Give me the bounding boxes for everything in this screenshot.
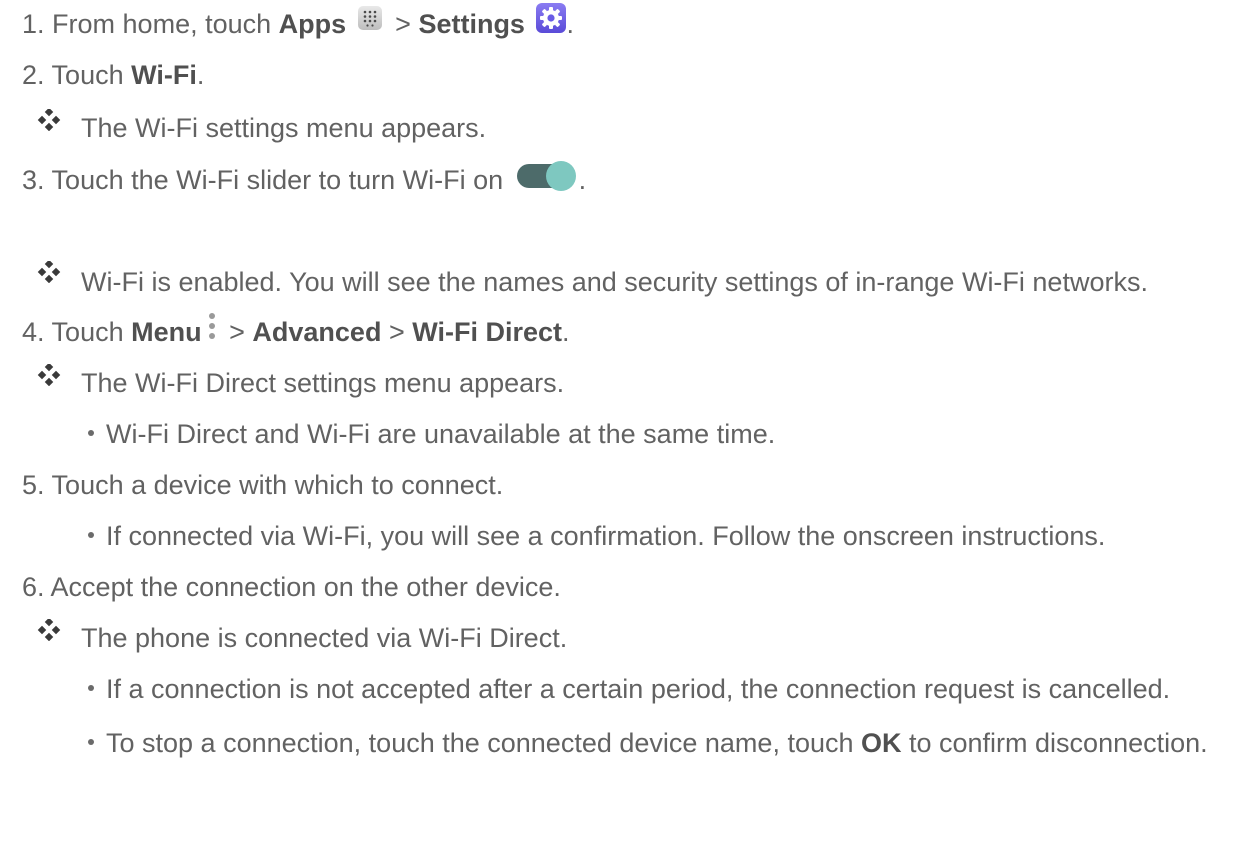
step-number: 4. — [22, 317, 45, 347]
result-2: Wi-Fi is enabled. You will see the names… — [81, 267, 1148, 297]
step-1: 1. From home, touch Apps > Settings . — [22, 3, 574, 41]
step-text: Touch — [51, 317, 132, 347]
step-number: 6. — [22, 572, 45, 602]
separator: > — [221, 317, 253, 347]
menu-label: Menu — [131, 317, 202, 347]
wifi-direct-label: Wi-Fi Direct — [412, 317, 562, 347]
dot-bullet-icon — [88, 738, 94, 745]
toggle-on-icon — [515, 159, 579, 193]
diamond-bullet-icon — [37, 109, 61, 131]
result-3: The Wi-Fi Direct settings menu appears. — [81, 368, 565, 398]
step-number: 2. — [22, 60, 45, 90]
bullet-text-end: to confirm disconnection. — [901, 728, 1208, 758]
step-number: 3. — [22, 165, 45, 196]
ok-label: OK — [861, 728, 902, 758]
diamond-bullet-icon — [37, 619, 61, 641]
step-text: Accept the connection on the other devic… — [50, 572, 561, 602]
diamond-bullet-icon — [37, 364, 61, 386]
step-end: . — [561, 317, 570, 347]
bullet-3: If a connection is not accepted after a … — [88, 676, 1170, 703]
settings-gear-icon — [536, 3, 567, 33]
bullet-text: To stop a connection, touch the connecte… — [106, 728, 861, 758]
step-5: 5. Touch a device with which to connect. — [22, 472, 503, 499]
bullet-text: If a connection is not accepted after a … — [106, 674, 1171, 704]
result-1: The Wi-Fi settings menu appears. — [81, 113, 487, 143]
bullet-4: To stop a connection, touch the connecte… — [88, 730, 1208, 757]
dot-bullet-icon — [88, 684, 94, 691]
advanced-label: Advanced — [252, 317, 382, 347]
bullet-text: Wi-Fi Direct and Wi-Fi are unavailable a… — [106, 419, 776, 449]
result-4: The phone is connected via Wi-Fi Direct. — [81, 623, 568, 653]
apps-label: Apps — [278, 9, 347, 40]
step-4: 4. Touch Menu > Advanced > Wi-Fi Direct. — [22, 312, 570, 348]
wifi-label: Wi-Fi — [131, 60, 197, 90]
step-text: Touch the Wi-Fi slider to turn Wi-Fi on — [51, 165, 511, 196]
step-number: 5. — [22, 470, 45, 500]
step-text: Touch a device with which to connect. — [51, 470, 504, 500]
bullet-text: If connected via Wi-Fi, you will see a c… — [106, 521, 1106, 551]
step-6: 6. Accept the connection on the other de… — [22, 574, 561, 601]
separator: > — [387, 9, 419, 40]
separator: > — [381, 317, 413, 347]
diamond-bullet-icon — [37, 261, 61, 283]
step-3: 3. Touch the Wi-Fi slider to turn Wi-Fi … — [22, 161, 587, 199]
bullet-2: If connected via Wi-Fi, you will see a c… — [88, 523, 1105, 550]
step-2: 2. Touch Wi-Fi. — [22, 62, 204, 89]
step-end: . — [578, 165, 587, 196]
menu-dots-icon — [206, 312, 218, 340]
step-text: Touch — [51, 60, 132, 90]
settings-label: Settings — [418, 9, 525, 40]
step-end: . — [566, 9, 574, 40]
step-number: 1. — [22, 9, 45, 40]
dot-bullet-icon — [88, 429, 94, 436]
dot-bullet-icon — [88, 531, 94, 538]
step-text: From home, touch — [52, 9, 279, 40]
bullet-1: Wi-Fi Direct and Wi-Fi are unavailable a… — [88, 421, 775, 448]
step-end: . — [196, 60, 205, 90]
apps-grid-icon — [357, 6, 382, 30]
